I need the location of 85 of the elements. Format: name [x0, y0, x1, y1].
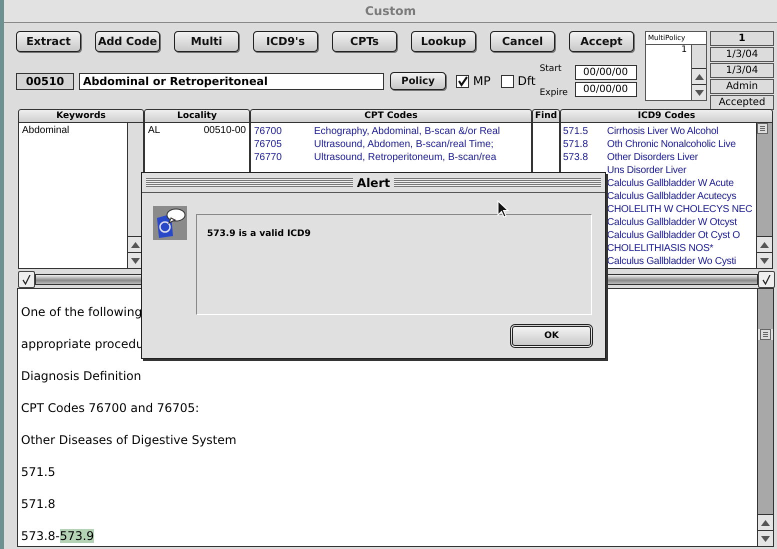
note-text: 571.8 — [21, 497, 56, 511]
note-text: 571.5 — [21, 465, 56, 479]
list-item[interactable]: 1 — [646, 45, 691, 55]
icd9-description[interactable]: Uns Disorder Liver — [607, 164, 686, 177]
code-field[interactable]: 00510 — [16, 72, 74, 90]
check-button[interactable] — [758, 271, 775, 288]
check-button[interactable] — [18, 271, 35, 288]
note-text: Other Diseases of Digestive System — [21, 433, 236, 447]
scroll-thumb-icon — [757, 123, 768, 134]
icd9-description[interactable]: Calculus Gallbladder W Otcyst — [607, 216, 737, 229]
icd9-description[interactable]: CHOLELITH W CHOLECYS NEC — [607, 203, 752, 216]
toolbar-button[interactable]: Add Code — [95, 31, 160, 52]
toolbar-button[interactable]: Lookup — [411, 31, 476, 52]
state-code: AL — [148, 125, 160, 136]
checkbox-label: MP — [473, 74, 491, 88]
scrollbar[interactable] — [127, 123, 143, 268]
checkbox-label: Dft — [518, 74, 536, 88]
column-header[interactable]: CPT Codes — [250, 109, 532, 123]
ok-button[interactable]: OK — [510, 324, 593, 348]
note-text: One of the following — [21, 305, 142, 319]
icd9-code[interactable]: 571.8 — [563, 138, 607, 151]
icd9-description[interactable]: Calculus Gallbladder W Acute — [607, 177, 734, 190]
scrollbar[interactable] — [756, 123, 772, 268]
note-text: 573.8- — [21, 529, 60, 543]
cpt-description[interactable]: Ultrasound, Retroperitoneum, B-scan/rea — [314, 151, 496, 164]
checkbox[interactable] — [500, 74, 514, 88]
column-header[interactable]: ICD9 Codes — [560, 109, 773, 123]
icd9-description[interactable]: Calculus Gallbladder Acutecys — [607, 190, 736, 203]
status-field: 1 — [710, 31, 774, 46]
cpt-description[interactable]: Echography, Abdominal, B-scan &/or Real — [314, 125, 500, 138]
status-field: Accepted — [710, 95, 774, 110]
locality-code: 00510-00 — [204, 125, 246, 136]
scroll-down-icon — [131, 258, 140, 264]
note-text: Diagnosis Definition — [21, 369, 142, 383]
dialog-title: Alert — [356, 176, 390, 190]
column-header[interactable]: Keywords — [18, 109, 144, 123]
date-field[interactable]: 00/00/00 — [574, 82, 637, 97]
cursor-icon — [497, 200, 509, 218]
status-field: 1/3/04 — [710, 47, 774, 62]
scroll-down-icon — [760, 258, 769, 264]
window-title: Custom — [365, 4, 416, 18]
cpt-description[interactable]: Ultrasound, Abdomen, B-scan/real Time; — [314, 138, 494, 151]
icd9-description[interactable]: Calculus Gallbladder Ot Cyst O — [607, 229, 740, 242]
cpt-code[interactable]: 76770 — [254, 151, 314, 164]
icd9-description[interactable]: Other Disorders Liver — [607, 151, 698, 164]
description-field[interactable]: Abdominal or Retroperitoneal — [79, 72, 384, 90]
status-field: Admin — [710, 79, 774, 94]
icd9-description[interactable]: Calculus Gallbladder Wo Cysti — [607, 255, 736, 268]
icd9-description[interactable]: Cirrhosis Liver Wo Alcohol — [607, 125, 718, 138]
selected-text: 573.9 — [60, 529, 94, 543]
cpt-code[interactable]: 76705 — [254, 138, 314, 151]
icd9-code[interactable]: 571.5 — [563, 125, 607, 138]
alert-icon — [153, 206, 187, 240]
scroll-up-icon — [761, 520, 770, 526]
date-field[interactable]: 00/00/00 — [574, 65, 637, 80]
date-label: Start — [540, 64, 563, 74]
status-field: 1/3/04 — [710, 63, 774, 78]
date-label: Expire — [540, 88, 569, 98]
toolbar-button[interactable]: CPTs — [332, 31, 397, 52]
toolbar-button[interactable]: Cancel — [490, 31, 555, 52]
icd9-description[interactable]: Oth Chronic Nonalcoholic Live — [607, 138, 736, 151]
scroll-up-icon — [760, 242, 769, 248]
scroll-down-icon — [694, 90, 704, 96]
scroll-down-icon — [761, 536, 770, 542]
toolbar-button[interactable]: Multi — [174, 31, 239, 52]
icd9-code[interactable]: 573.8 — [563, 151, 607, 164]
scroll-thumb-icon — [760, 329, 771, 340]
toolbar-button[interactable]: Extract — [16, 31, 81, 52]
keyword-list[interactable]: Abdominal — [18, 123, 144, 269]
column-header[interactable]: Locality — [144, 109, 250, 123]
scrollbar[interactable] — [757, 289, 773, 546]
note-text: CPT Codes 76700 and 76705: — [21, 401, 200, 415]
cpt-code[interactable]: 76700 — [254, 125, 314, 138]
check-icon — [762, 274, 771, 284]
toolbar-button[interactable]: Accept — [569, 31, 634, 52]
scroll-up-icon — [694, 74, 704, 80]
checkbox[interactable] — [456, 74, 469, 88]
column-header[interactable]: Find — [532, 109, 560, 123]
policy-button[interactable]: Policy — [390, 72, 446, 90]
scroll-up-icon — [131, 242, 140, 248]
check-icon — [22, 274, 31, 284]
icd9-description[interactable]: CHOLELITHIASIS NOS* — [607, 242, 714, 255]
alert-message: 573.9 is a valid ICD9 — [206, 228, 312, 239]
toolbar-button[interactable]: ICD9's — [253, 31, 318, 52]
keyword-item[interactable]: Abdominal — [22, 125, 124, 136]
